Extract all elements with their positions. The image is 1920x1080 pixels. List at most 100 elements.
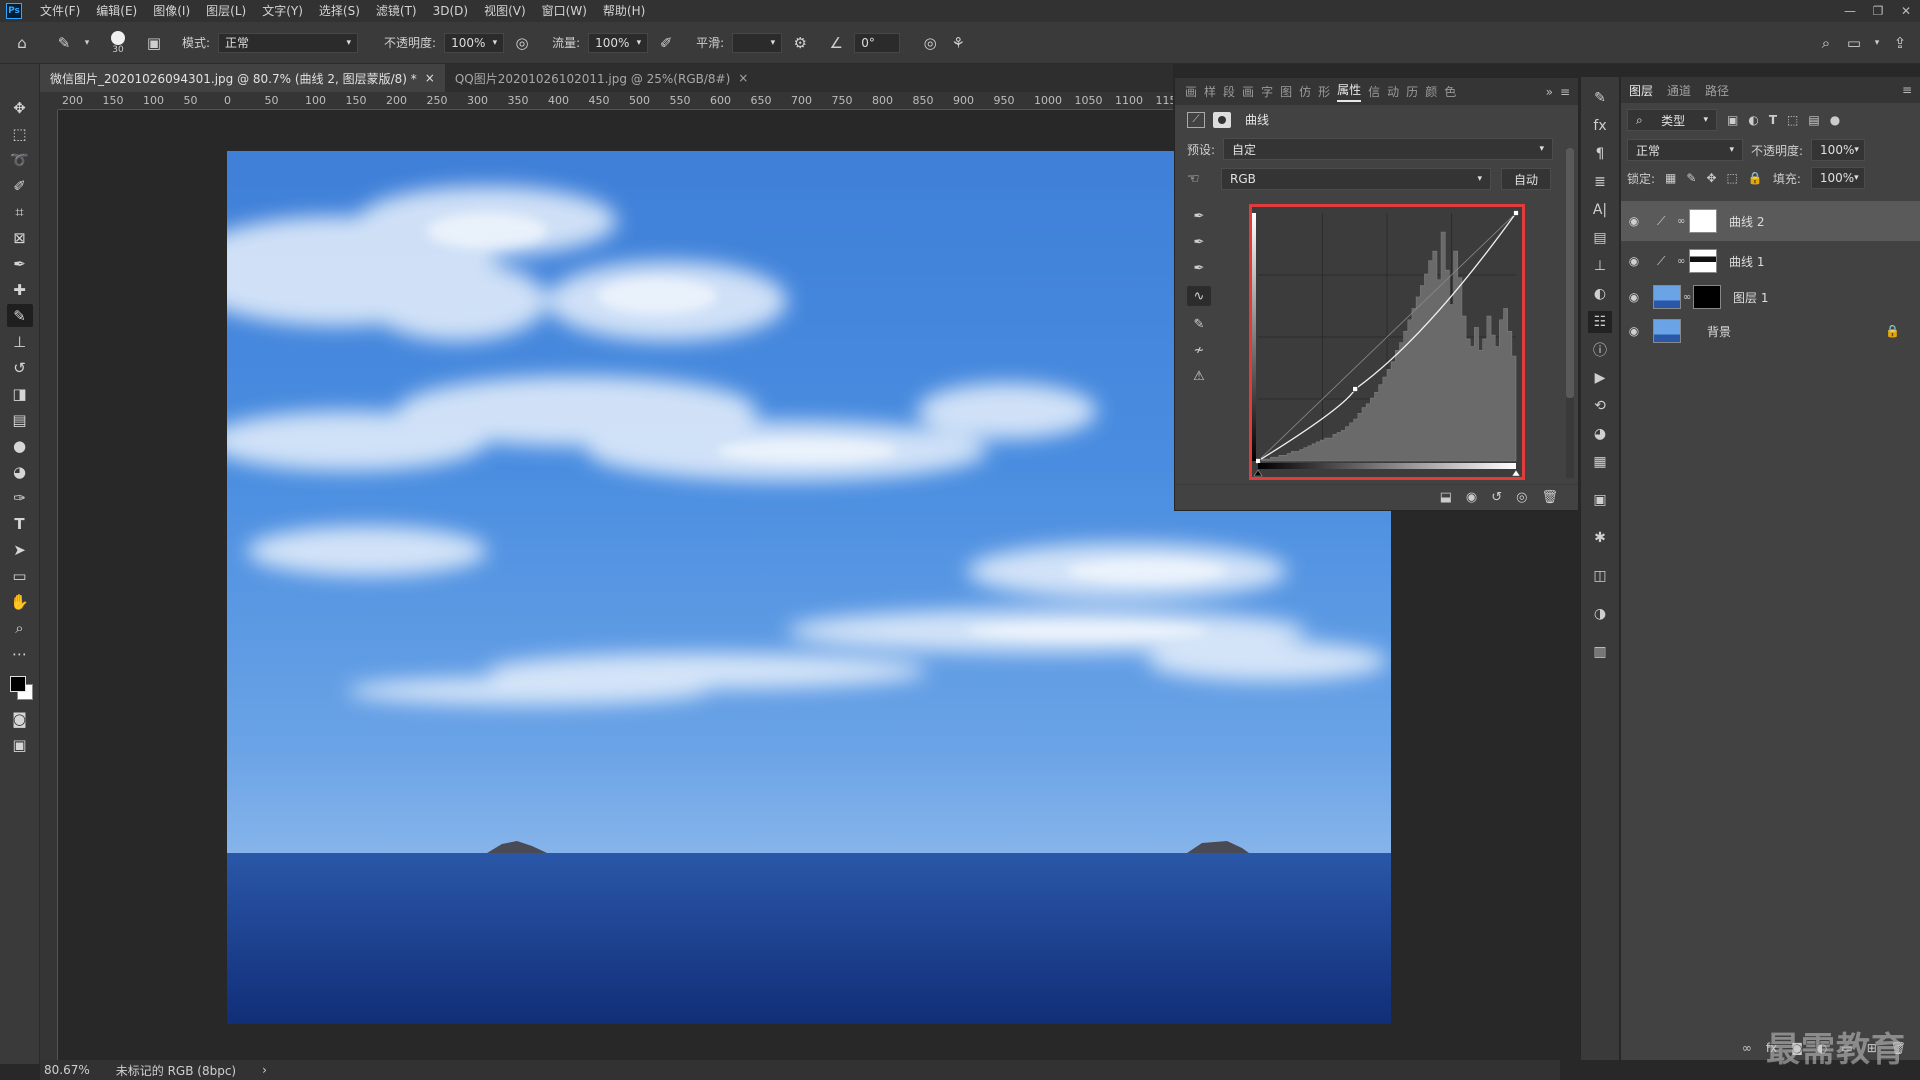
panel-tab-info[interactable]: 信 [1368, 83, 1380, 100]
layer-name[interactable]: 曲线 1 [1729, 253, 1764, 270]
targeted-adjustment-icon[interactable]: ☜ [1187, 171, 1211, 187]
adjustments-icon[interactable]: ✱ [1588, 527, 1612, 549]
menu-select[interactable]: 选择(S) [311, 0, 368, 22]
white-point-eyedropper-icon[interactable]: ✒ [1187, 258, 1211, 278]
layer-mask-thumbnail[interactable] [1689, 249, 1717, 273]
color-icon[interactable]: ◕ [1588, 423, 1612, 445]
channel-select[interactable]: RGB ▾ [1221, 168, 1491, 190]
home-icon[interactable]: ⌂ [12, 34, 32, 52]
path-select-tool-icon[interactable]: ➤ [7, 538, 33, 561]
lock-transparent-icon[interactable]: ▦ [1665, 171, 1676, 185]
curve-point-tool-icon[interactable]: ∿ [1187, 286, 1211, 306]
layer-thumbnail[interactable] [1653, 319, 1681, 343]
marquee-tool-icon[interactable]: ⬚ [7, 122, 33, 145]
clip-to-layer-icon[interactable]: ⬓ [1440, 490, 1452, 505]
layer-mask-icon[interactable] [1213, 111, 1231, 128]
zoom-level[interactable]: 80.67% [44, 1063, 90, 1077]
doc-tab-active[interactable]: 微信图片_20201026094301.jpg @ 80.7% (曲线 2, 图… [40, 64, 445, 92]
foreground-color-swatch[interactable] [9, 676, 26, 692]
visibility-eye-icon[interactable]: ◉ [1621, 324, 1647, 338]
hand-tool-icon[interactable]: ✋ [7, 590, 33, 613]
menu-file[interactable]: 文件(F) [32, 0, 88, 22]
layer-filter-select[interactable]: ⌕ 类型 ▾ [1627, 109, 1717, 131]
reset-icon[interactable]: ↺ [1491, 490, 1502, 505]
pressure-size-icon[interactable]: ◎ [920, 34, 940, 52]
visibility-eye-icon[interactable]: ◉ [1621, 214, 1647, 228]
auto-button[interactable]: 自动 [1501, 168, 1551, 190]
rectangle-tool-icon[interactable]: ▭ [7, 564, 33, 587]
brush-settings-icon[interactable]: ≣ [1588, 171, 1612, 193]
link-layers-icon[interactable]: ∞ [1742, 1041, 1752, 1055]
filter-adjustment-icon[interactable]: ◐ [1748, 113, 1758, 127]
gradient-tool-icon[interactable]: ▤ [7, 408, 33, 431]
blur-tool-icon[interactable]: ● [7, 434, 33, 457]
lock-image-icon[interactable]: ✎ [1686, 171, 1696, 185]
libraries-icon[interactable]: ◫ [1588, 565, 1612, 587]
layer-mask-thumbnail[interactable] [1689, 209, 1717, 233]
filter-toggle-icon[interactable]: ● [1830, 113, 1840, 127]
link-icon[interactable]: ∞ [1677, 256, 1689, 267]
menu-layer[interactable]: 图层(L) [198, 0, 254, 22]
view-previous-icon[interactable]: ◉ [1466, 490, 1477, 505]
smoothing-field[interactable]: ▾ [732, 32, 783, 53]
blend-mode-select[interactable]: 正常 ▾ [1627, 139, 1743, 161]
flow-field[interactable]: 100% ▾ [588, 32, 649, 53]
filter-shape-icon[interactable]: ⬚ [1787, 113, 1798, 127]
brush-tool-icon[interactable]: ✎ [6, 304, 33, 327]
menu-type[interactable]: 文字(Y) [254, 0, 311, 22]
link-icon[interactable]: ∞ [1677, 216, 1689, 227]
close-icon[interactable]: × [425, 71, 435, 85]
lock-all-icon[interactable]: 🔒 [1748, 171, 1763, 185]
menu-filter[interactable]: 滤镜(T) [368, 0, 425, 22]
quick-select-tool-icon[interactable]: ✐ [7, 174, 33, 197]
history-icon[interactable]: ⟲ [1588, 395, 1612, 417]
brush-icon[interactable]: ✎ [1588, 87, 1612, 109]
panel-tab-styles[interactable]: 样 [1204, 83, 1216, 100]
search-icon[interactable]: ⌕ [1816, 34, 1836, 52]
layer-opacity-field[interactable]: 100% ▾ [1811, 139, 1866, 161]
notes-icon[interactable]: ▣ [1588, 489, 1612, 511]
fill-field[interactable]: 100% ▾ [1810, 167, 1865, 189]
opacity-field[interactable]: 100% ▾ [444, 32, 505, 53]
gradients-icon[interactable]: ▥ [1588, 641, 1612, 663]
panel-tab-clone-source[interactable]: 仿 [1299, 83, 1311, 100]
tab-channels[interactable]: 通道 [1667, 82, 1691, 99]
tab-paths[interactable]: 路径 [1705, 82, 1729, 99]
filter-type-icon[interactable]: T [1769, 113, 1777, 127]
menu-help[interactable]: 帮助(H) [595, 0, 653, 22]
swatches-icon[interactable]: ▦ [1588, 451, 1612, 473]
menu-view[interactable]: 视图(V) [476, 0, 534, 22]
crop-tool-icon[interactable]: ⌗ [7, 200, 33, 223]
share-icon[interactable]: ⇪ [1890, 34, 1910, 52]
lock-position-icon[interactable]: ✥ [1706, 171, 1716, 185]
layer-mask-thumbnail[interactable] [1693, 285, 1721, 309]
brush-settings-icon[interactable]: ▣ [144, 34, 164, 52]
scroll-thumb[interactable] [1566, 148, 1574, 398]
link-icon[interactable]: ∞ [1681, 292, 1693, 303]
properties-icon[interactable]: ☷ [1588, 311, 1612, 333]
more-tools-icon[interactable]: ⋯ [7, 642, 33, 665]
chevron-down-icon[interactable]: ▾ [82, 38, 92, 48]
panel-tab-actions[interactable]: 动 [1387, 83, 1399, 100]
tab-layers[interactable]: 图层 [1629, 82, 1653, 99]
visibility-eye-icon[interactable]: ◉ [1621, 254, 1647, 268]
clipping-warning-icon[interactable]: ⚠ [1187, 366, 1211, 386]
character-icon[interactable]: A| [1588, 199, 1612, 221]
dodge-tool-icon[interactable]: ◕ [7, 460, 33, 483]
mode-select[interactable]: 正常 ▾ [218, 32, 359, 53]
scroll-track[interactable] [1566, 148, 1574, 478]
angle-field[interactable]: 0° [854, 32, 901, 53]
close-button[interactable]: ✕ [1892, 4, 1920, 18]
pressure-opacity-icon[interactable]: ◎ [512, 34, 532, 52]
visibility-eye-icon[interactable]: ◉ [1621, 290, 1647, 304]
info-icon[interactable]: ⓘ [1588, 339, 1612, 361]
panel-tab-glyphs[interactable]: 图 [1280, 83, 1292, 100]
history-brush-tool-icon[interactable]: ↺ [7, 356, 33, 379]
ruler-origin[interactable] [40, 92, 58, 110]
trash-icon[interactable]: 🗑 [1541, 490, 1558, 505]
gray-point-eyedropper-icon[interactable]: ✒ [1187, 232, 1211, 252]
airbrush-icon[interactable]: ✐ [656, 34, 676, 52]
panel-tab-character[interactable]: 字 [1261, 83, 1273, 100]
clone-source-icon[interactable]: ⊥ [1588, 255, 1612, 277]
panel-expand-icon[interactable]: » [1546, 85, 1553, 99]
